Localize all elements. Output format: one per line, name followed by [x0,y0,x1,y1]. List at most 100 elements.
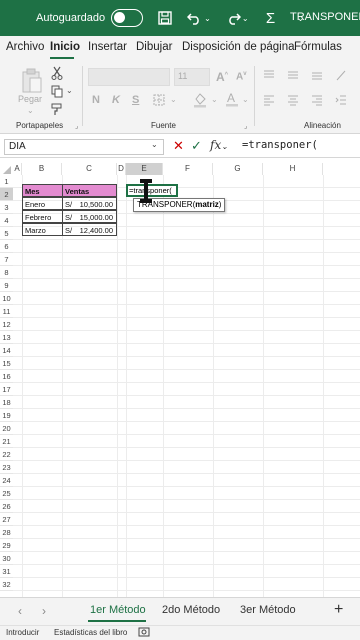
decrease-font-icon[interactable]: Av [236,71,247,82]
insert-function-icon[interactable]: fx⌄ [210,138,228,152]
paste-icon[interactable] [20,68,44,94]
enter-icon[interactable]: ✓ [191,138,202,154]
align-center-icon[interactable] [286,93,300,107]
row-header[interactable]: 21 [0,435,13,448]
row-header[interactable]: 28 [0,526,13,539]
name-box-chevron-icon[interactable]: ⌄ [151,140,158,149]
cancel-icon[interactable]: ✕ [173,138,184,154]
undo-icon[interactable] [187,10,203,26]
prev-sheet-icon[interactable]: ‹ [18,604,22,618]
save-icon[interactable] [157,10,173,26]
table-cell-ventas[interactable]: S/12,400.00 [62,223,117,236]
align-right-icon[interactable] [310,93,324,107]
row-header[interactable]: 2 [0,188,13,201]
select-all-corner[interactable] [0,163,13,175]
row-header[interactable]: 8 [0,266,13,279]
row-header[interactable]: 29 [0,539,13,552]
fill-color-icon[interactable] [192,92,208,108]
row-header[interactable]: 31 [0,565,13,578]
autosave-toggle[interactable] [111,9,144,27]
row-header[interactable]: 27 [0,513,13,526]
align-bottom-icon[interactable] [310,68,324,82]
table-header-mes[interactable]: Mes [22,184,63,197]
table-header-ventas[interactable]: Ventas [62,184,117,197]
tab-inicio[interactable]: Inicio [50,41,80,53]
sheet-tab-1[interactable]: 1er Método [90,604,146,616]
tab-insertar[interactable]: Insertar [88,41,127,53]
indent-icon[interactable] [334,93,348,107]
column-header-h[interactable]: H [263,163,323,175]
workbook-stats[interactable]: Estadísticas del libro [54,628,127,637]
row-header[interactable]: 23 [0,461,13,474]
row-header[interactable]: 7 [0,253,13,266]
autosum-icon[interactable]: Σ [263,10,279,27]
tab-disposicion[interactable]: Disposición de página [182,41,295,53]
formula-input[interactable]: =transponer( [242,139,360,155]
undo-chevron-icon[interactable]: ⌄ [204,14,211,23]
row-header[interactable]: 15 [0,357,13,370]
accessibility-icon[interactable] [138,627,150,640]
font-color-icon[interactable]: A [224,91,240,108]
font-size-select[interactable]: 11 [174,68,210,86]
table-cell-ventas[interactable]: S/15,000.00 [62,210,117,223]
table-cell-mes[interactable]: Febrero [22,210,63,223]
align-left-icon[interactable] [262,93,276,107]
column-header-d[interactable]: D [117,163,126,175]
tab-archivo[interactable]: Archivo [6,41,44,53]
row-header[interactable]: 17 [0,383,13,396]
row-header[interactable]: 1 [0,175,13,188]
increase-font-icon[interactable]: A^ [216,70,228,84]
add-sheet-icon[interactable]: + [334,601,343,619]
row-header[interactable]: 24 [0,474,13,487]
row-header[interactable]: 25 [0,487,13,500]
row-header[interactable]: 13 [0,331,13,344]
row-header[interactable]: 9 [0,279,13,292]
row-header[interactable]: 26 [0,500,13,513]
copy-icon[interactable] [50,84,64,98]
paste-chevron-icon[interactable]: ⌄ [27,106,34,115]
clipboard-launcher-icon[interactable]: ⌟ [75,122,78,130]
sheet-tab-3[interactable]: 3er Método [240,604,296,616]
row-header[interactable]: 10 [0,292,13,305]
font-color-chevron-icon[interactable]: ⌄ [242,95,249,104]
fill-chevron-icon[interactable]: ⌄ [211,95,218,104]
row-header[interactable]: 14 [0,344,13,357]
column-header-a[interactable]: A [13,163,22,175]
cut-icon[interactable] [50,66,64,80]
row-header[interactable]: 6 [0,240,13,253]
bold-button[interactable]: N [92,94,100,106]
column-header-f[interactable]: F [163,163,213,175]
row-header[interactable]: 30 [0,552,13,565]
row-header[interactable]: 5 [0,227,13,240]
row-header[interactable]: 12 [0,318,13,331]
copy-chevron-icon[interactable]: ⌄ [66,86,73,95]
font-name-select[interactable] [88,68,170,86]
tab-formulas[interactable]: Fórmulas [294,41,342,53]
column-header-c[interactable]: C [62,163,117,175]
redo-chevron-icon[interactable]: ⌄ [242,14,249,23]
align-middle-icon[interactable] [286,68,300,82]
row-header[interactable]: 3 [0,201,13,214]
row-header[interactable]: 4 [0,214,13,227]
table-cell-mes[interactable]: Enero [22,197,63,210]
row-header[interactable]: 32 [0,578,13,591]
redo-icon[interactable] [225,10,241,26]
orientation-icon[interactable] [334,68,348,82]
name-box[interactable]: DIA [4,139,164,155]
sheet-tab-2[interactable]: 2do Método [162,604,220,616]
borders-chevron-icon[interactable]: ⌄ [170,95,177,104]
row-header[interactable]: 16 [0,370,13,383]
spreadsheet-grid[interactable]: A B C D E F G H 1 2 3 4 5 6 7 8 9 10 11 12 13 14 15 16 1… [0,158,360,597]
table-cell-mes[interactable]: Marzo [22,223,63,236]
column-header-g[interactable]: G [213,163,263,175]
row-header[interactable]: 20 [0,422,13,435]
row-header[interactable]: 19 [0,409,13,422]
table-cell-ventas[interactable]: S/10,500.00 [62,197,117,210]
format-painter-icon[interactable] [50,102,64,116]
underline-button[interactable]: S [132,94,139,106]
row-header[interactable]: 18 [0,396,13,409]
borders-icon[interactable] [152,93,166,107]
next-sheet-icon[interactable]: › [42,604,46,618]
row-header[interactable]: 22 [0,448,13,461]
column-header-b[interactable]: B [22,163,62,175]
